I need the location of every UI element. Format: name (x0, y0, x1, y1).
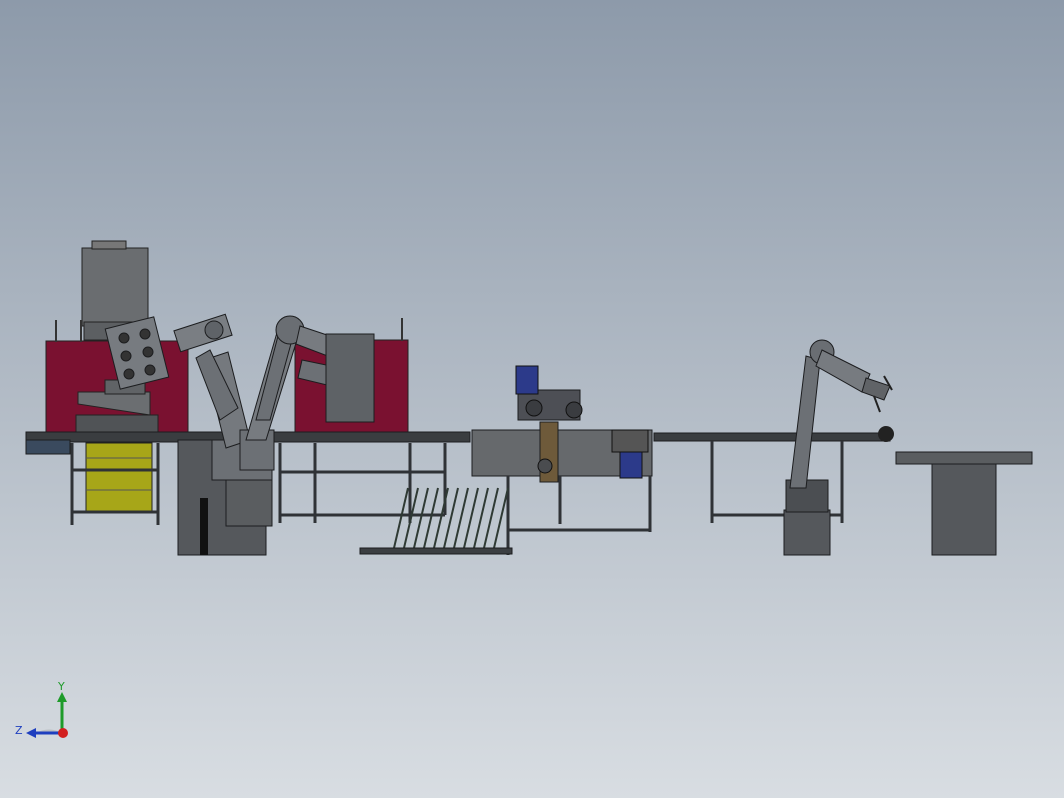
x-axis-dot (58, 728, 68, 738)
y-axis-label: Y (57, 680, 65, 693)
assembly-scene[interactable]: Y Z (0, 0, 1064, 798)
z-axis-label: Z (15, 724, 23, 737)
cad-viewport[interactable]: Y Z (0, 0, 1064, 798)
